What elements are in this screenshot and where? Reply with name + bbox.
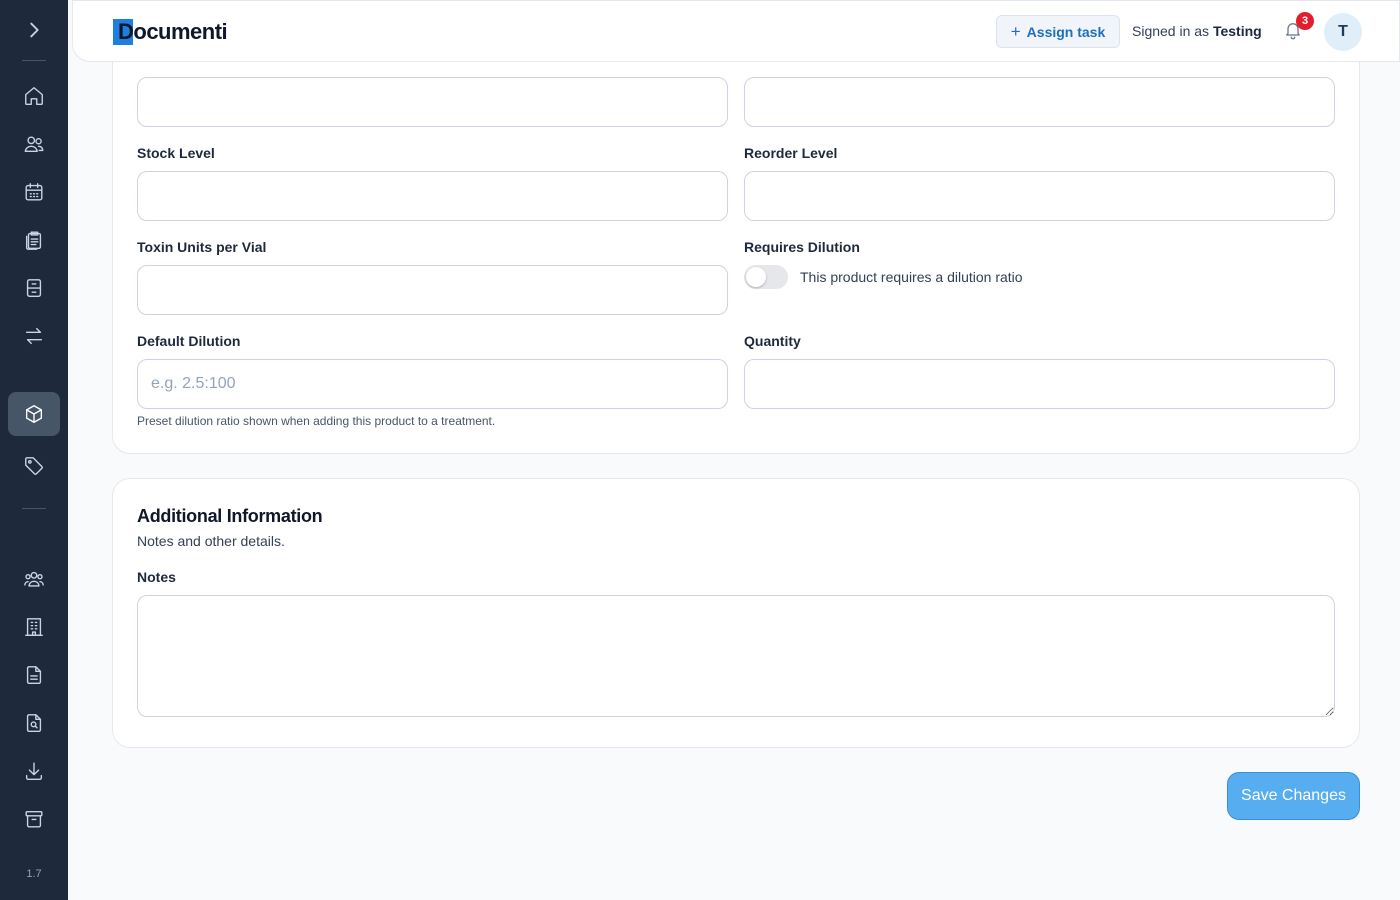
- plus-icon: +: [1010, 22, 1021, 41]
- price-input[interactable]: [744, 77, 1335, 127]
- cabinet-icon: [26, 279, 42, 297]
- cube-icon: [25, 405, 43, 423]
- sidebar-item-locations[interactable]: [8, 605, 60, 649]
- notification-badge: 3: [1296, 12, 1314, 30]
- signed-in-prefix: Signed in as: [1132, 23, 1210, 39]
- notes-label: Notes: [137, 569, 176, 585]
- sidebar-item-transfers[interactable]: [8, 314, 60, 358]
- requires-dilution-label: Requires Dilution: [744, 239, 860, 255]
- signed-in-status: Signed in as Testing: [1132, 23, 1262, 39]
- document-search-icon: [26, 714, 42, 732]
- sidebar-divider: [22, 60, 46, 61]
- notes-textarea[interactable]: [137, 595, 1335, 717]
- default-dilution-input[interactable]: [137, 359, 728, 409]
- sidebar-item-archive[interactable]: [8, 797, 60, 841]
- toggle-knob: [746, 267, 766, 287]
- additional-info-title: Additional Information: [137, 506, 323, 526]
- document-icon: [26, 666, 42, 684]
- sidebar-item-calendar[interactable]: [8, 170, 60, 214]
- sidebar-item-tags[interactable]: [8, 444, 60, 488]
- stock-level-input[interactable]: [137, 171, 728, 221]
- toxin-units-label: Toxin Units per Vial: [137, 239, 267, 255]
- sidebar-item-document-search[interactable]: [8, 701, 60, 745]
- reorder-level-input[interactable]: [744, 171, 1335, 221]
- toxin-units-input[interactable]: [137, 265, 728, 315]
- download-icon: [25, 762, 43, 780]
- cost-input[interactable]: [137, 77, 728, 127]
- sidebar-item-clipboard[interactable]: [8, 218, 60, 262]
- tag-icon: [25, 457, 43, 475]
- brand-logo[interactable]: Documenti: [113, 19, 228, 45]
- calendar-icon: [25, 183, 43, 201]
- assign-task-button[interactable]: + Assign task: [996, 15, 1120, 48]
- avatar[interactable]: T: [1324, 13, 1362, 51]
- users-icon: [24, 136, 44, 153]
- clipboard-icon: [25, 231, 42, 250]
- quantity-label: Quantity: [744, 333, 801, 349]
- top-header: Documenti + Assign task Signed in as Tes…: [72, 0, 1400, 62]
- sidebar-item-downloads[interactable]: [8, 749, 60, 793]
- save-changes-button[interactable]: Save Changes: [1227, 772, 1360, 820]
- additional-info-subtitle: Notes and other details.: [137, 533, 285, 549]
- sidebar-item-home[interactable]: [8, 74, 60, 118]
- sidebar-divider: [22, 508, 46, 509]
- default-dilution-help: Preset dilution ratio shown when adding …: [137, 414, 496, 428]
- sidebar-item-products[interactable]: [8, 392, 60, 436]
- assign-task-label: Assign task: [1026, 23, 1106, 40]
- reorder-level-label: Reorder Level: [744, 145, 838, 161]
- requires-dilution-toggle[interactable]: [744, 265, 788, 289]
- sidebar-item-team[interactable]: [8, 557, 60, 601]
- sidebar-item-users[interactable]: [8, 122, 60, 166]
- sidebar-expand-button[interactable]: [8, 8, 60, 52]
- archive-icon: [25, 810, 43, 828]
- transfer-icon: [25, 327, 43, 345]
- requires-dilution-toggle-text: This product requires a dilution ratio: [800, 269, 1023, 285]
- quantity-input[interactable]: [744, 359, 1335, 409]
- default-dilution-label: Default Dilution: [137, 333, 241, 349]
- home-icon: [25, 87, 43, 105]
- app-version: 1.7: [26, 868, 42, 880]
- sidebar-item-cabinet[interactable]: [8, 266, 60, 310]
- chevron-right-icon: [30, 22, 39, 38]
- sidebar: 1.7: [0, 0, 68, 900]
- signed-in-user: Testing: [1212, 23, 1262, 39]
- stock-level-label: Stock Level: [137, 145, 215, 161]
- group-icon: [24, 571, 44, 587]
- brand-name: Documenti: [118, 19, 228, 44]
- building-icon: [25, 618, 43, 636]
- sidebar-item-documents[interactable]: [8, 653, 60, 697]
